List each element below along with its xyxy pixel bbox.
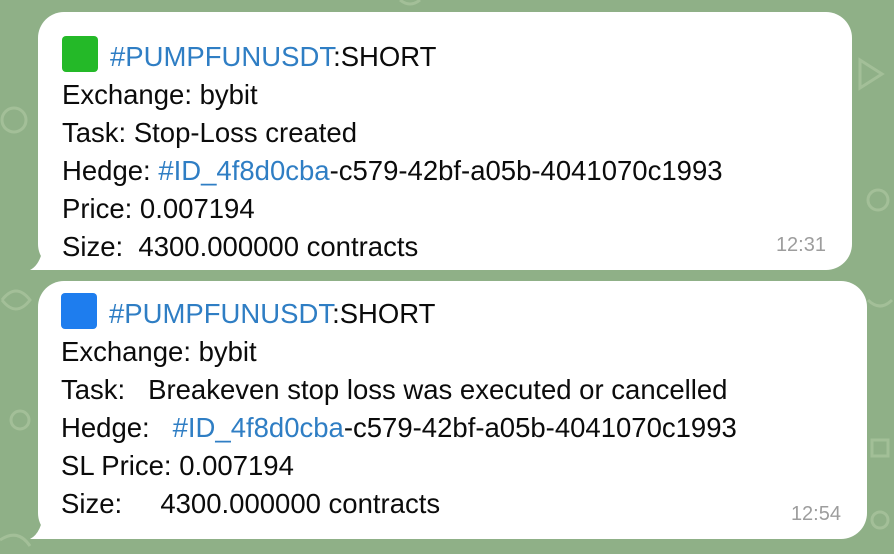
side-label: :SHORT xyxy=(332,298,436,329)
side-label: :SHORT xyxy=(333,41,437,72)
task-line: Task: Breakeven stop loss was executed o… xyxy=(61,374,728,405)
exchange-line: Exchange: bybit xyxy=(61,336,257,367)
green-square-icon xyxy=(62,36,98,72)
symbol-hashtag-link[interactable]: #PUMPFUNUSDT xyxy=(110,41,333,72)
blue-square-icon xyxy=(61,293,97,329)
hedge-id-hashtag-link[interactable]: #ID_4f8d0cba xyxy=(158,155,329,186)
hedge-id-rest: -c579-42bf-a05b-4041070c1993 xyxy=(343,412,737,443)
message-bubble[interactable]: #PUMPFUNUSDT:SHORT Exchange: bybit Task:… xyxy=(38,12,852,270)
symbol-hashtag-link[interactable]: #PUMPFUNUSDT xyxy=(109,298,332,329)
hedge-id-hashtag-link[interactable]: #ID_4f8d0cba xyxy=(173,412,344,443)
task-line: Task: Stop-Loss created xyxy=(62,117,358,148)
hedge-line: Hedge: #ID_4f8d0cba-c579-42bf-a05b-40410… xyxy=(61,409,867,447)
hedge-label: Hedge: xyxy=(62,155,159,186)
message-time: 12:31 xyxy=(775,234,826,256)
message-header: #PUMPFUNUSDT:SHORT xyxy=(61,293,867,333)
message-bubble[interactable]: #PUMPFUNUSDT:SHORT Exchange: bybit Task:… xyxy=(38,281,867,539)
size-line: Size: 4300.000000 contracts xyxy=(62,231,419,262)
size-line: Size: 4300.000000 contracts xyxy=(61,488,441,519)
exchange-line: Exchange: bybit xyxy=(62,79,258,110)
sl-price-line: SL Price: 0.007194 xyxy=(61,450,294,481)
hedge-label: Hedge: xyxy=(61,412,173,443)
hedge-line: Hedge: #ID_4f8d0cba-c579-42bf-a05b-40410… xyxy=(62,152,852,190)
message-header: #PUMPFUNUSDT:SHORT xyxy=(62,36,852,76)
message-time: 12:54 xyxy=(790,503,841,525)
price-line: Price: 0.007194 xyxy=(62,193,255,224)
hedge-id-rest: -c579-42bf-a05b-4041070c1993 xyxy=(329,155,723,186)
